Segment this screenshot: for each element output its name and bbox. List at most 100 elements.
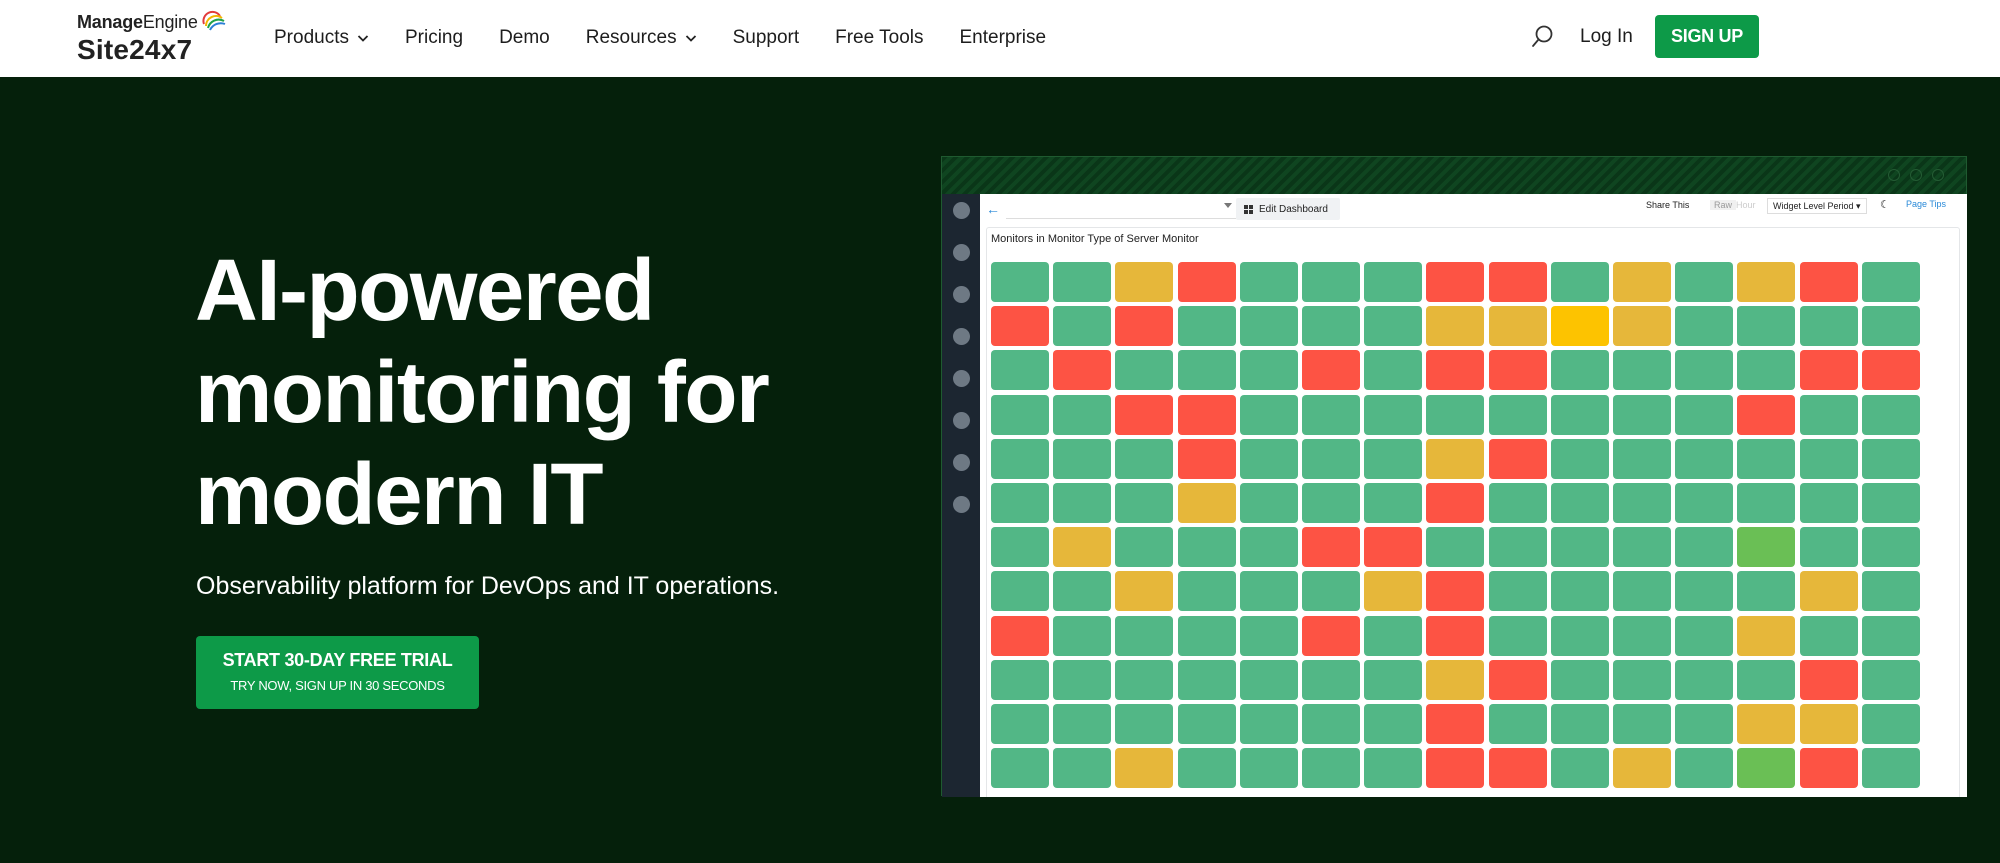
monitor-status-tile (1861, 306, 1920, 347)
monitor-status-tile (1488, 350, 1547, 391)
monitor-status-tile (1488, 262, 1547, 302)
free-trial-button[interactable]: START 30-DAY FREE TRIAL TRY NOW, SIGN UP… (196, 636, 479, 709)
sidebar-nav-icon (953, 202, 970, 219)
nav-item-demo[interactable]: Demo (499, 27, 550, 49)
monitor-status-tile (1364, 483, 1423, 523)
nav-item-support[interactable]: Support (733, 27, 800, 49)
monitor-status-tile (1302, 483, 1360, 523)
monitor-status-tile (1364, 659, 1423, 700)
window-dot-icon (1932, 169, 1944, 181)
monitor-status-tile (1239, 704, 1298, 744)
monitor-status-tile (1737, 262, 1796, 302)
monitor-status-tile (1861, 350, 1920, 391)
monitor-status-tile (1115, 527, 1174, 568)
monitor-status-tile (1861, 571, 1920, 612)
monitor-status-tile (1799, 306, 1858, 347)
site24x7-logo[interactable]: ManageEngine Site24x7 (77, 10, 227, 66)
monitor-status-tile (1302, 527, 1360, 568)
free-trial-sublabel: TRY NOW, SIGN UP IN 30 SECONDS (230, 678, 445, 693)
hero-title-line: monitoring for (195, 344, 770, 441)
nav-item-pricing[interactable]: Pricing (405, 27, 463, 49)
nav-item-label: Pricing (404, 27, 464, 48)
monitor-status-tile (1861, 438, 1920, 479)
monitor-status-tile (1550, 483, 1609, 523)
monitor-status-tile (1239, 350, 1298, 391)
monitor-status-tile (1364, 306, 1423, 347)
monitor-status-tile (1364, 438, 1423, 479)
monitor-status-tile (1737, 306, 1796, 347)
sidebar-nav-icon (953, 496, 970, 513)
hero-title: AI-powered monitoring for modern IT (195, 240, 835, 546)
nav-item-free-tools[interactable]: Free Tools (835, 27, 923, 49)
monitor-status-tile (1302, 748, 1360, 789)
monitor-status-tile (1364, 704, 1423, 744)
nav-item-enterprise[interactable]: Enterprise (959, 27, 1046, 49)
nav-item-label: Resources (585, 27, 677, 48)
monitor-status-tile (1364, 262, 1423, 302)
monitor-status-tile (1488, 483, 1547, 523)
monitor-status-tile (1799, 483, 1858, 523)
nav-item-label: Products (274, 27, 349, 48)
monitor-status-tile (1675, 748, 1734, 789)
monitor-status-tile (1115, 306, 1174, 347)
monitor-status-tile (1302, 350, 1360, 391)
monitor-status-tile (1053, 615, 1112, 656)
dashboard-select (1006, 199, 1236, 219)
monitor-status-tile (1737, 615, 1796, 656)
login-link[interactable]: Log In (1580, 26, 1633, 48)
monitor-status-widget: Monitors in Monitor Type of Server Monit… (986, 227, 1960, 797)
monitor-status-tile (1177, 659, 1236, 700)
sidebar-nav-icon (953, 328, 970, 345)
search-icon[interactable] (1531, 24, 1555, 50)
monitor-status-tile (1737, 527, 1796, 568)
signup-button[interactable]: SIGN UP (1655, 15, 1759, 58)
monitor-status-tile (1550, 350, 1609, 391)
monitor-status-tile (1302, 306, 1360, 347)
window-titlebar (942, 157, 1966, 194)
monitor-status-tile (1364, 394, 1423, 435)
monitor-status-tile (1426, 704, 1485, 744)
sidebar-nav-icon (953, 370, 970, 387)
monitor-status-tile (1053, 748, 1112, 789)
monitor-status-tile (1426, 659, 1485, 700)
monitor-status-tile (1799, 262, 1858, 302)
manageengine-arc-icon (202, 10, 226, 31)
sidebar-nav-icon (953, 244, 970, 261)
monitor-status-tile (991, 306, 1049, 347)
monitor-status-tile (1426, 527, 1485, 568)
monitor-status-tile (1675, 306, 1734, 347)
monitor-status-tile (1488, 704, 1547, 744)
monitor-status-tile (1675, 438, 1734, 479)
monitor-status-tile (1737, 350, 1796, 391)
monitor-status-tile (1239, 262, 1298, 302)
monitor-status-tile (1488, 571, 1547, 612)
monitor-status-tile (1177, 527, 1236, 568)
monitor-status-tile (1115, 394, 1174, 435)
period-label: Widget Level Period (1773, 201, 1854, 211)
window-dot-icon (1888, 169, 1900, 181)
monitor-status-tile (991, 659, 1049, 700)
monitor-status-tile (1115, 659, 1174, 700)
nav-item-resources[interactable]: Resources (586, 27, 697, 49)
monitor-status-tile (1861, 483, 1920, 523)
monitor-status-tile (1613, 571, 1671, 612)
monitor-status-tile (1177, 394, 1236, 435)
monitor-status-tile (1675, 571, 1734, 612)
monitor-status-tile (991, 748, 1049, 789)
monitor-status-tile (1550, 438, 1609, 479)
raw-label: Raw (1710, 200, 1737, 210)
monitor-status-tile (1239, 571, 1298, 612)
share-label: Share This (1646, 200, 1690, 210)
monitor-status-tile (1115, 483, 1174, 523)
monitor-status-tile (1799, 659, 1858, 700)
monitor-status-tile (1053, 306, 1112, 347)
monitor-status-tile (1053, 659, 1112, 700)
nav-item-label: Demo (499, 27, 550, 48)
monitor-status-tile (1737, 748, 1796, 789)
monitor-status-tile (1239, 306, 1298, 347)
monitor-status-tile (1177, 350, 1236, 391)
monitor-status-tile (1550, 571, 1609, 612)
nav-item-products[interactable]: Products (274, 27, 369, 49)
monitor-status-tile (1302, 262, 1360, 302)
dashboard-toolbar: ← Edit Dashboard Share This Raw Hour Wid… (980, 194, 1967, 224)
